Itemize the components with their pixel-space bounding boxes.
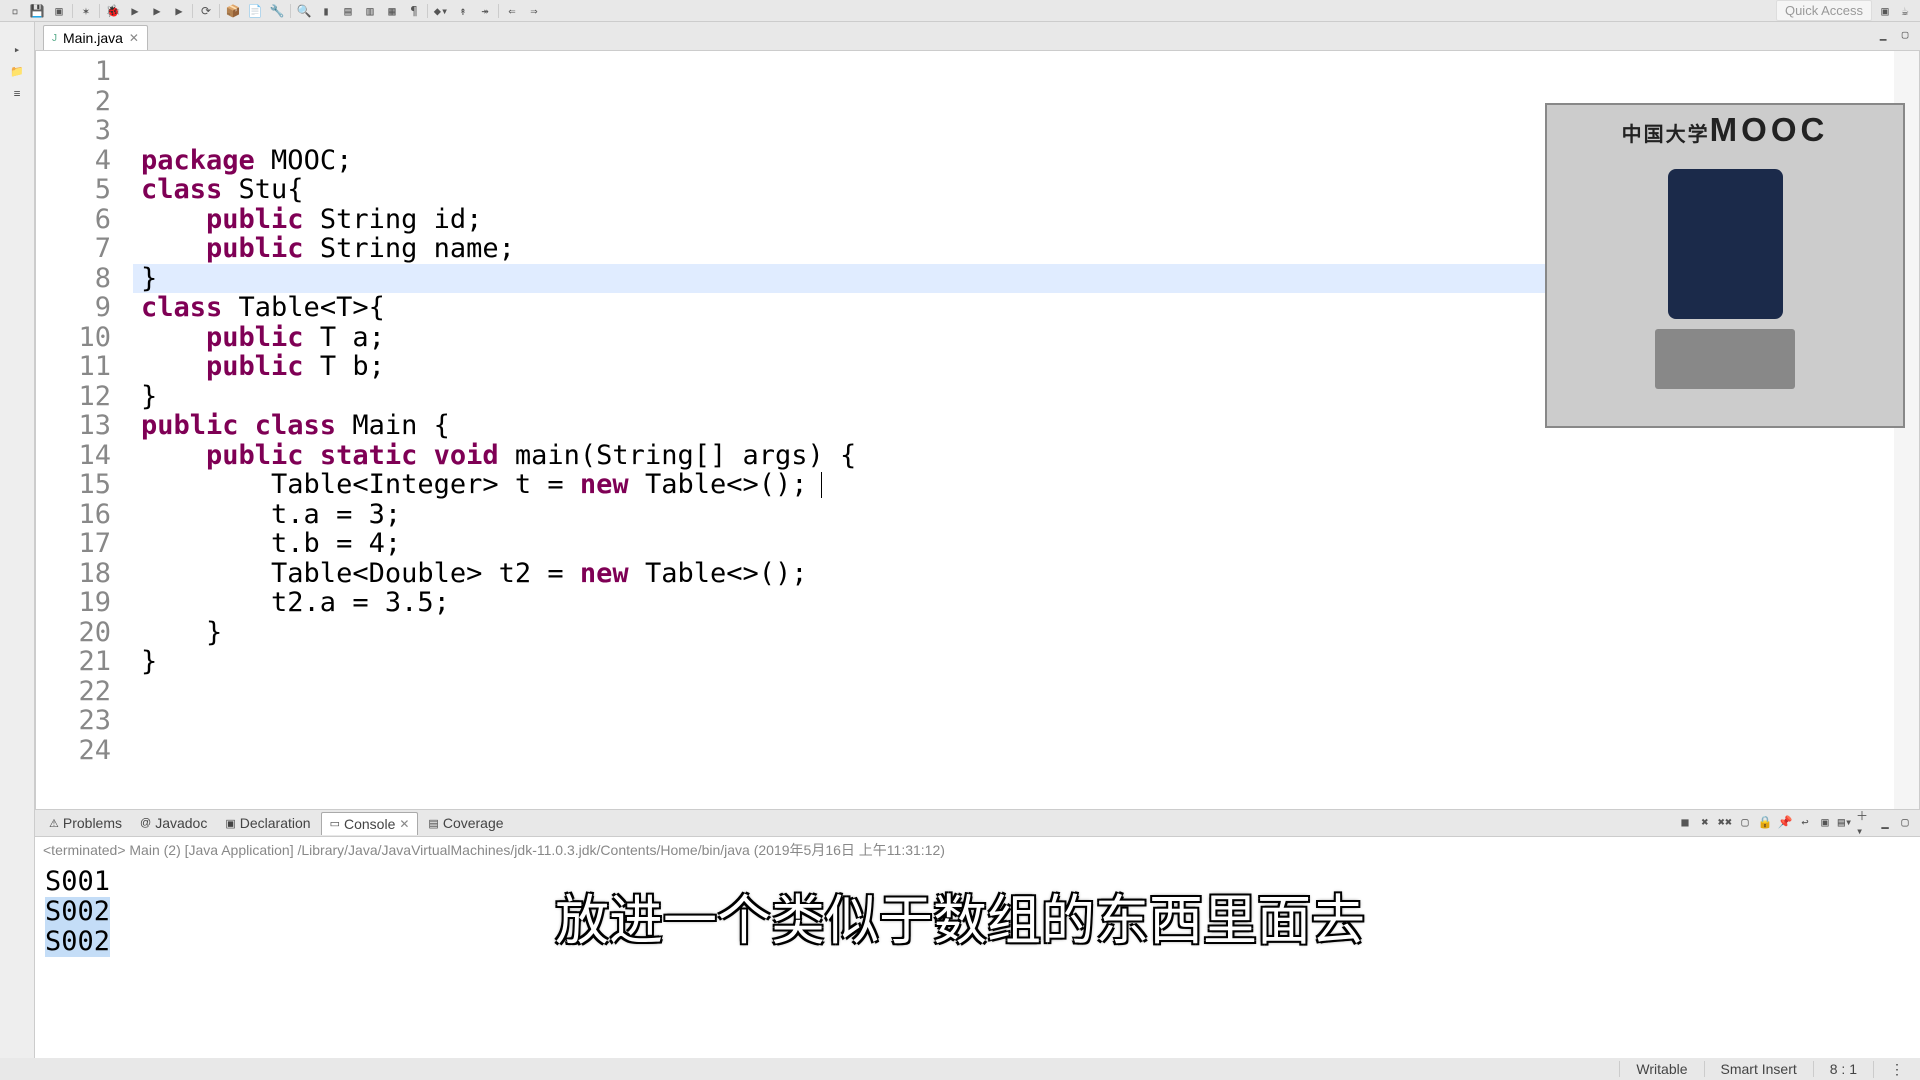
problems-icon: ⚠ bbox=[49, 817, 59, 830]
close-console-tab-icon[interactable]: ✕ bbox=[399, 817, 409, 831]
console-pin-icon[interactable]: 📌 bbox=[1776, 813, 1794, 831]
status-insert-mode: Smart Insert bbox=[1704, 1061, 1813, 1077]
nav-up-icon[interactable]: ↟ bbox=[454, 2, 472, 20]
save-icon[interactable]: 💾 bbox=[28, 2, 46, 20]
console-launch-info: <terminated> Main (2) [Java Application]… bbox=[35, 836, 1920, 863]
presenter-figure bbox=[1668, 169, 1783, 319]
wand-icon[interactable]: ✶ bbox=[77, 2, 95, 20]
main-toolbar: ▫ 💾 ▣ ✶ 🐞 ▶ ▶ ▶ ⟳ 📦 📄 🔧 🔍 ▮ ▤ ▥ ▦ ¶ ◆▾ ↟… bbox=[0, 0, 1920, 22]
java-file-icon: J bbox=[52, 33, 57, 44]
tab-problems[interactable]: ⚠ Problems bbox=[41, 812, 130, 834]
restore-view-icon[interactable]: ▸ bbox=[8, 40, 26, 58]
mooc-logo: 中国大学MOOC bbox=[1622, 111, 1829, 149]
views-tab-bar: ⚠ Problems @ Javadoc ▣ Declaration ▭ Con… bbox=[35, 810, 1920, 836]
code-editor[interactable]: 123456789101112131415161718192021222324 … bbox=[35, 50, 1920, 810]
file-tab-main-java[interactable]: J Main.java ✕ bbox=[43, 25, 148, 50]
maximize-view-icon[interactable]: ▢ bbox=[1896, 25, 1914, 43]
console-new-icon[interactable]: ＋▾ bbox=[1856, 813, 1874, 831]
editor-tab-bar: J Main.java ✕ ▁ ▢ bbox=[35, 22, 1920, 50]
console-max-icon[interactable]: ▢ bbox=[1896, 813, 1914, 831]
editor-scrollbar[interactable] bbox=[1904, 51, 1919, 809]
tab-declaration[interactable]: ▣ Declaration bbox=[217, 812, 318, 834]
back-icon[interactable]: ⇐ bbox=[503, 2, 521, 20]
status-bar: Writable Smart Insert 8 : 1 ⋮ bbox=[0, 1058, 1920, 1080]
search-icon[interactable]: 🔍 bbox=[295, 2, 313, 20]
tab-javadoc[interactable]: @ Javadoc bbox=[132, 812, 215, 834]
outline-icon[interactable]: ≡ bbox=[8, 84, 26, 102]
save-all-icon[interactable]: ▣ bbox=[50, 2, 68, 20]
forward-icon[interactable]: ⇒ bbox=[525, 2, 543, 20]
tab-console[interactable]: ▭ Console ✕ bbox=[321, 812, 419, 835]
console-wordwrap-icon[interactable]: ↩ bbox=[1796, 813, 1814, 831]
console-display-icon[interactable]: ▣ bbox=[1816, 813, 1834, 831]
status-writable: Writable bbox=[1619, 1061, 1703, 1077]
status-menu[interactable]: ⋮ bbox=[1873, 1061, 1920, 1078]
coverage-icon: ▤ bbox=[428, 817, 438, 830]
para-icon[interactable]: ¶ bbox=[405, 2, 423, 20]
video-subtitle: 放进一个类似于数组的东西里面去 bbox=[555, 876, 1365, 955]
console-icon: ▭ bbox=[330, 817, 340, 830]
console-remove-all-icon[interactable]: ✖✖ bbox=[1716, 813, 1734, 831]
console-remove-icon[interactable]: ✖ bbox=[1696, 813, 1714, 831]
quick-access-field[interactable]: Quick Access bbox=[1776, 0, 1872, 21]
new-icon[interactable]: ▫ bbox=[6, 2, 24, 20]
highlight-icon[interactable]: ▮ bbox=[317, 2, 335, 20]
package-explorer-icon[interactable]: 📁 bbox=[8, 62, 26, 80]
debug-icon[interactable]: 🐞 bbox=[104, 2, 122, 20]
console-min-icon[interactable]: ▁ bbox=[1876, 813, 1894, 831]
nav-dropdown-icon[interactable]: ◆▾ bbox=[432, 2, 450, 20]
left-trim-bar: ▸ 📁 ≡ bbox=[0, 22, 35, 1058]
declaration-icon: ▣ bbox=[225, 817, 235, 830]
line-number-gutter: 123456789101112131415161718192021222324 bbox=[36, 51, 121, 809]
presenter-webcam: 中国大学MOOC bbox=[1545, 103, 1905, 428]
new-package-icon[interactable]: 📦 bbox=[224, 2, 242, 20]
bookmark-icon[interactable]: ▥ bbox=[361, 2, 379, 20]
tab-coverage[interactable]: ▤ Coverage bbox=[420, 812, 511, 834]
nav-next-icon[interactable]: ↠ bbox=[476, 2, 494, 20]
file-tab-label: Main.java bbox=[63, 30, 123, 46]
console-scroll-lock-icon[interactable]: 🔒 bbox=[1756, 813, 1774, 831]
console-terminate-icon[interactable]: ■ bbox=[1676, 813, 1694, 831]
console-open-icon[interactable]: ▤▾ bbox=[1836, 813, 1854, 831]
open-type-icon[interactable]: 🔧 bbox=[268, 2, 286, 20]
perspective-open-icon[interactable]: ▣ bbox=[1876, 2, 1894, 20]
status-cursor-pos: 8 : 1 bbox=[1813, 1061, 1873, 1077]
presenter-laptop bbox=[1655, 329, 1795, 389]
new-class-icon[interactable]: 📄 bbox=[246, 2, 264, 20]
toggle-icon[interactable]: ▦ bbox=[383, 2, 401, 20]
task-icon[interactable]: ▤ bbox=[339, 2, 357, 20]
javadoc-icon: @ bbox=[140, 817, 151, 829]
run-icon[interactable]: ▶ bbox=[126, 2, 144, 20]
console-clear-icon[interactable]: ▢ bbox=[1736, 813, 1754, 831]
perspective-java-icon[interactable]: ☕ bbox=[1896, 2, 1914, 20]
run-coverage-icon[interactable]: ▶ bbox=[148, 2, 166, 20]
close-tab-icon[interactable]: ✕ bbox=[129, 31, 139, 45]
minimize-view-icon[interactable]: ▁ bbox=[1874, 25, 1892, 43]
refresh-icon[interactable]: ⟳ bbox=[197, 2, 215, 20]
run-ext-icon[interactable]: ▶ bbox=[170, 2, 188, 20]
